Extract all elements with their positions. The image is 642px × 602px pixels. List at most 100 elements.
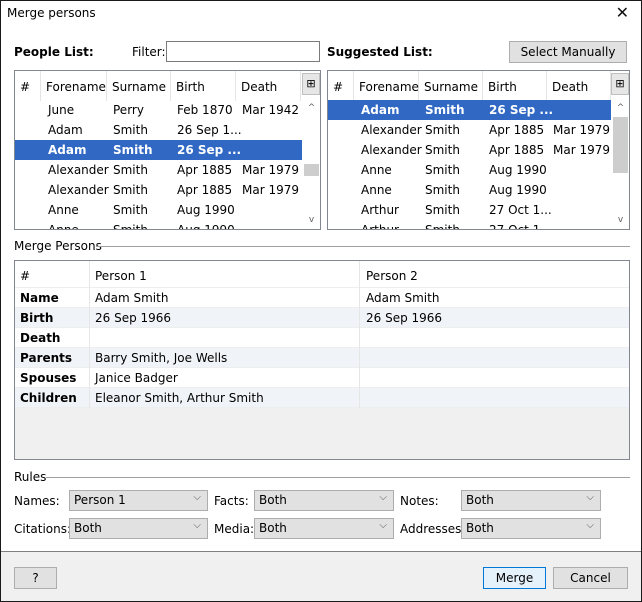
- list-row[interactable]: Anne Smith Aug 1990: [328, 160, 611, 180]
- cell-forename: Adam: [361, 103, 400, 117]
- suggested-list-grid[interactable]: # Forename ^ Surname Birth Death ⊞ Adam S…: [327, 70, 630, 230]
- column-header-forename[interactable]: Forename: [41, 71, 107, 101]
- merge-persons-dialog: Merge persons ✕ People List: Filter: Sug…: [0, 0, 642, 602]
- merge-row[interactable]: Parents Barry Smith, Joe Wells: [15, 348, 629, 368]
- column-header-person2[interactable]: Person 2: [366, 269, 418, 283]
- list-row[interactable]: Arthur Smith 27 Oct 1...: [328, 200, 611, 220]
- column-header-num[interactable]: #: [15, 71, 41, 101]
- cell-field: Birth: [20, 311, 54, 325]
- merge-persons-grid[interactable]: # Person 1 Person 2 Name Adam Smith Adam S…: [14, 260, 630, 460]
- column-header-person1[interactable]: Person 1: [95, 269, 147, 283]
- list-row[interactable]: Arthur Smith 27 Oct 1...: [328, 220, 611, 230]
- sort-ascending-icon: ^: [134, 70, 142, 78]
- cell-field: Parents: [20, 351, 73, 365]
- cell-death: Mar 1979: [242, 183, 299, 197]
- scrollbar-thumb[interactable]: [304, 164, 319, 176]
- cell-person2: Adam Smith: [366, 291, 440, 305]
- column-header-surname[interactable]: ^ Surname: [419, 71, 483, 101]
- cell-death: Mar 1979: [553, 143, 610, 157]
- addresses-label: Addresses:: [400, 522, 466, 536]
- citations-select[interactable]: Both ⌵: [69, 518, 208, 539]
- merge-row[interactable]: Spouses Janice Badger: [15, 368, 629, 388]
- column-header-forename[interactable]: Forename: [354, 71, 419, 101]
- close-icon[interactable]: ✕: [616, 4, 629, 22]
- list-row[interactable]: Alexander Smith Apr 1885 Mar 1979: [328, 120, 611, 140]
- people-list-scrollbar[interactable]: ^ v: [303, 100, 320, 229]
- column-header-surname[interactable]: ^ Surname: [107, 71, 171, 101]
- merge-grid-header: # Person 1 Person 2: [15, 261, 629, 288]
- merge-row[interactable]: Birth 26 Sep 1966 26 Sep 1966: [15, 308, 629, 328]
- media-label: Media:: [214, 522, 255, 536]
- list-row[interactable]: Alexander Smith Apr 1885 Mar 1979: [15, 180, 302, 200]
- list-row[interactable]: Alexander Smith Apr 1885 Mar 1979: [15, 160, 302, 180]
- facts-select[interactable]: Both ⌵: [254, 490, 394, 511]
- filter-label: Filter:: [132, 45, 166, 59]
- notes-select[interactable]: Both ⌵: [461, 490, 601, 511]
- scroll-up-icon[interactable]: ^: [303, 100, 320, 117]
- column-divider: [359, 261, 360, 408]
- cell-birth: 26 Sep ...: [177, 143, 242, 157]
- merge-row[interactable]: Children Eleanor Smith, Arthur Smith: [15, 388, 629, 408]
- cancel-button[interactable]: Cancel: [553, 567, 628, 589]
- cell-surname: Smith: [113, 223, 148, 230]
- addresses-select[interactable]: Both ⌵: [461, 518, 601, 539]
- suggested-list-scrollbar[interactable]: ^ v: [612, 100, 629, 229]
- list-row[interactable]: Adam Smith 26 Sep ...: [15, 140, 302, 160]
- scroll-down-icon[interactable]: v: [303, 212, 320, 229]
- cell-death: Mar 1942: [242, 103, 299, 117]
- group-divider: [46, 477, 630, 478]
- help-button[interactable]: ?: [14, 567, 57, 589]
- media-select[interactable]: Both ⌵: [254, 518, 394, 539]
- merge-row[interactable]: Death: [15, 328, 629, 348]
- column-header-num[interactable]: #: [328, 71, 354, 101]
- select-manually-button[interactable]: Select Manually: [509, 41, 627, 63]
- chevron-down-icon: ⌵: [586, 520, 594, 531]
- list-row[interactable]: Anne Smith Aug 1990: [15, 220, 302, 230]
- people-list-header: # Forename ^ Surname Birth Death: [15, 71, 320, 101]
- window-title: Merge persons: [7, 6, 96, 20]
- cell-birth: Apr 1885: [489, 143, 545, 157]
- merge-button[interactable]: Merge: [483, 567, 546, 589]
- column-chooser-icon[interactable]: ⊞: [611, 73, 629, 95]
- cell-birth: Aug 1990: [489, 163, 547, 177]
- cell-forename: Arthur: [361, 223, 399, 230]
- cell-person2: 26 Sep 1966: [366, 311, 443, 325]
- cell-surname: Smith: [113, 183, 148, 197]
- cell-forename: June: [48, 103, 75, 117]
- citations-label: Citations:: [14, 522, 72, 536]
- cell-surname: Smith: [113, 143, 153, 157]
- list-row[interactable]: Adam Smith 26 Sep 1...: [15, 120, 302, 140]
- list-row[interactable]: Adam Smith 26 Sep ...: [328, 100, 611, 120]
- cell-death: Mar 1979: [553, 123, 610, 137]
- cell-surname: Smith: [425, 163, 460, 177]
- cell-surname: Smith: [113, 123, 148, 137]
- cell-surname: Smith: [425, 223, 460, 230]
- list-row[interactable]: Anne Smith Aug 1990: [15, 200, 302, 220]
- cell-person1: Janice Badger: [95, 371, 178, 385]
- cell-birth: 27 Oct 1...: [489, 223, 552, 230]
- cell-person1: 26 Sep 1966: [95, 311, 172, 325]
- column-header-death[interactable]: Death: [547, 71, 611, 101]
- cell-surname: Smith: [425, 203, 460, 217]
- media-select-value: Both: [259, 521, 287, 535]
- names-select[interactable]: Person 1 ⌵: [69, 490, 208, 511]
- column-chooser-icon[interactable]: ⊞: [302, 73, 320, 95]
- merge-row[interactable]: Name Adam Smith Adam Smith: [15, 288, 629, 308]
- filter-input[interactable]: [166, 41, 320, 62]
- list-row[interactable]: Alexander Smith Apr 1885 Mar 1979: [328, 140, 611, 160]
- cell-forename: Anne: [48, 223, 79, 230]
- scroll-down-icon[interactable]: v: [612, 212, 629, 229]
- people-list-label: People List:: [14, 45, 94, 59]
- chevron-down-icon: ⌵: [193, 520, 201, 531]
- chevron-down-icon: ⌵: [193, 492, 201, 503]
- scroll-up-icon[interactable]: ^: [612, 100, 629, 117]
- list-row[interactable]: Anne Smith Aug 1990: [328, 180, 611, 200]
- people-list-grid[interactable]: # Forename ^ Surname Birth Death ⊞ June P…: [14, 70, 321, 230]
- scrollbar-thumb[interactable]: [613, 117, 628, 173]
- column-header-birth[interactable]: Birth: [483, 71, 547, 101]
- cell-forename: Alexander: [361, 143, 422, 157]
- facts-select-value: Both: [259, 493, 287, 507]
- list-row[interactable]: June Perry Feb 1870 Mar 1942: [15, 100, 302, 120]
- column-header-death[interactable]: Death: [236, 71, 301, 101]
- column-header-birth[interactable]: Birth: [171, 71, 236, 101]
